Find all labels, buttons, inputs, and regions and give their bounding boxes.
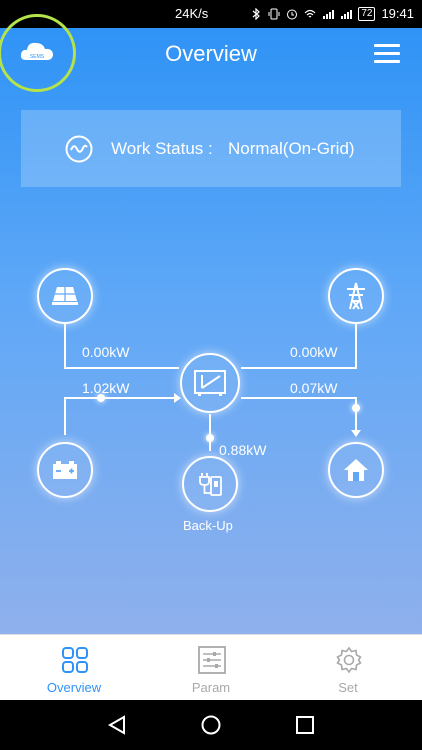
screen: 24K/s 72 19:41 SEMS Overview Work Status… <box>0 0 422 750</box>
back-icon[interactable] <box>106 714 128 736</box>
menu-button[interactable] <box>374 44 400 64</box>
pv-line-horizontal <box>64 367 179 369</box>
clock: 19:41 <box>381 6 414 21</box>
home-load-node[interactable] <box>328 442 384 498</box>
app-header: SEMS Overview <box>0 14 422 92</box>
battery-line-horizontal <box>64 397 176 399</box>
load-arrow <box>351 430 361 437</box>
home-nav-icon[interactable] <box>200 714 222 736</box>
tab-overview[interactable]: Overview <box>4 635 144 701</box>
menu-bar <box>374 44 400 47</box>
load-line-vertical <box>355 397 357 432</box>
battery-arrow <box>174 393 181 403</box>
load-flow-dot <box>352 404 360 412</box>
system-nav-bar <box>0 700 422 750</box>
grid-power-value: 0.00kW <box>290 344 338 360</box>
solar-panel-icon <box>52 287 78 305</box>
sine-wave-icon <box>65 135 93 163</box>
inverter-node[interactable] <box>180 353 240 413</box>
work-status-label: Work Status : <box>111 139 213 158</box>
load-line-horizontal <box>241 397 357 399</box>
signal-icon-2 <box>341 9 353 19</box>
power-tower-icon <box>347 282 365 310</box>
home-icon <box>344 459 368 481</box>
battery-line-vertical <box>64 397 66 435</box>
grid-line-vertical <box>355 324 357 368</box>
backup-flow-dot <box>206 434 214 442</box>
network-speed: 24K/s <box>175 6 209 21</box>
grid-four-icon <box>62 647 88 673</box>
tab-overview-label: Overview <box>46 680 102 695</box>
pv-power-value: 0.00kW <box>82 344 130 360</box>
backup-power-value: 0.88kW <box>219 442 267 458</box>
status-icons: 72 19:41 <box>250 6 414 21</box>
tab-set-label: Set <box>338 680 358 695</box>
inverter-icon <box>194 370 226 396</box>
battery-level: 72 <box>358 6 376 21</box>
pv-panel-node[interactable] <box>37 268 93 324</box>
menu-bar <box>374 52 400 55</box>
battery-icon <box>53 461 77 479</box>
bottom-tab-bar: Overview Param Set <box>0 634 422 701</box>
sliders-icon <box>198 646 226 674</box>
backup-caption: Back-Up <box>183 518 233 533</box>
tab-set[interactable]: Set <box>278 635 418 701</box>
backup-plug-icon <box>199 473 222 496</box>
pv-line-vertical <box>64 324 66 368</box>
menu-bar <box>374 60 400 63</box>
recents-icon[interactable] <box>294 714 316 736</box>
grid-line-horizontal <box>241 367 357 369</box>
gear-icon <box>336 646 362 674</box>
backup-line <box>209 414 211 451</box>
main-area: SEMS Overview Work Status : Normal(On-Gr… <box>0 14 422 634</box>
signal-icon <box>323 9 335 19</box>
work-status-value: Normal(On-Grid) <box>228 139 355 158</box>
backup-node[interactable] <box>182 456 238 512</box>
load-power-value: 0.07kW <box>290 380 338 396</box>
page-title: Overview <box>165 41 257 66</box>
tab-param-label: Param <box>191 680 231 695</box>
wifi-icon <box>304 9 316 17</box>
tab-param[interactable]: Param <box>141 635 281 701</box>
battery-power-value: 1.02kW <box>82 380 130 396</box>
bluetooth-icon <box>252 7 261 20</box>
grid-node[interactable] <box>328 268 384 324</box>
vibrate-icon <box>268 8 280 19</box>
alarm-icon <box>287 9 298 19</box>
battery-node[interactable] <box>37 442 93 498</box>
work-status-card: Work Status : Normal(On-Grid) <box>21 110 401 187</box>
